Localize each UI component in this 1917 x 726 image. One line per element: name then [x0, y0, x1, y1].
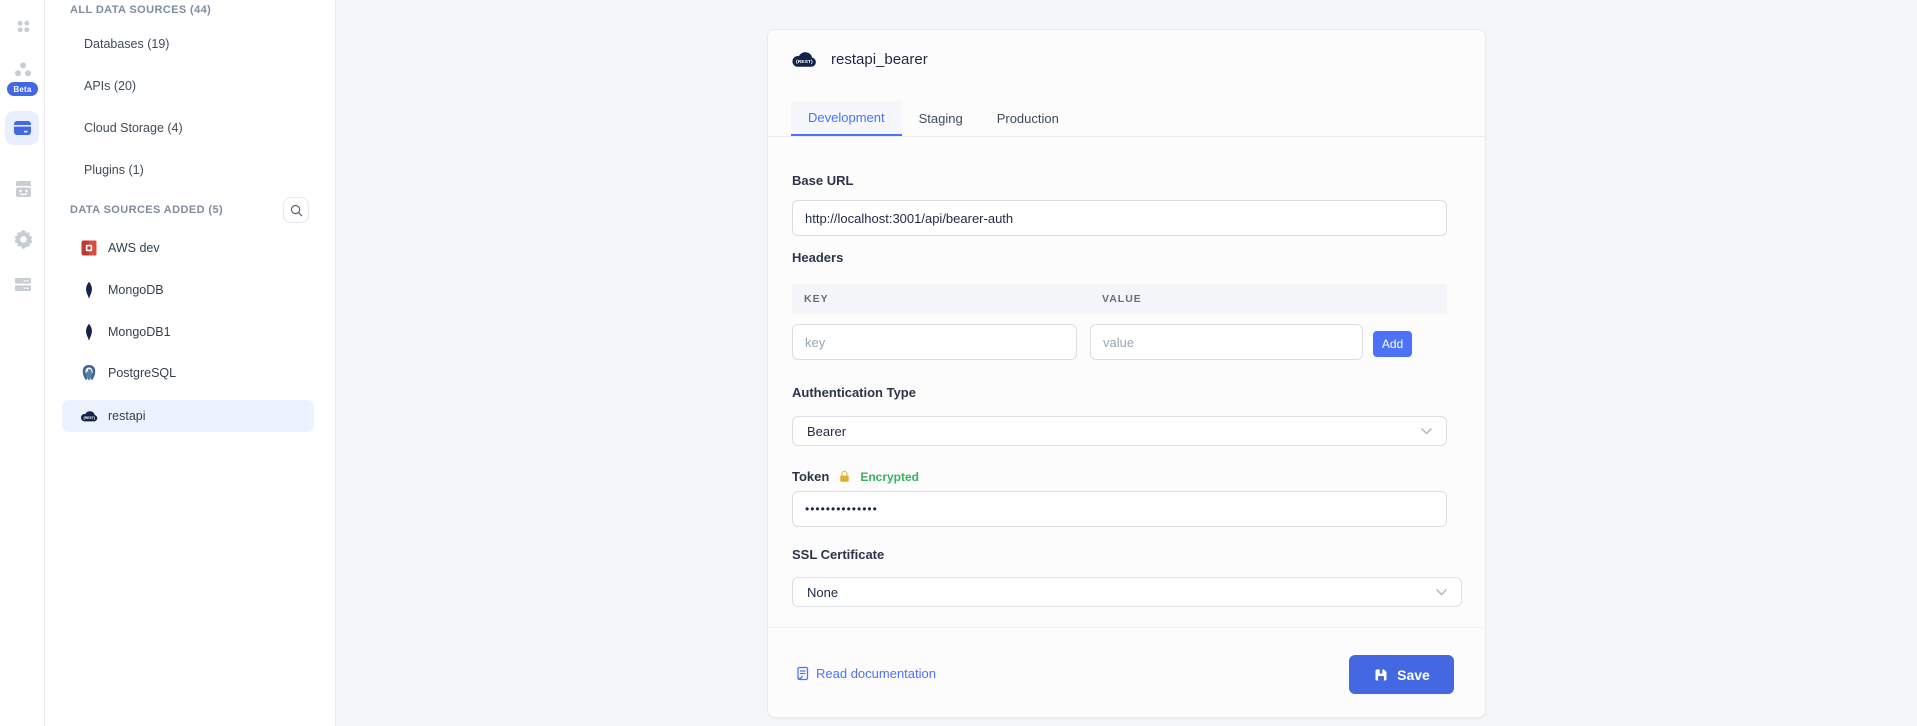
environment-tabs: Development Staging Production	[791, 101, 1076, 136]
mongodb-icon	[80, 281, 98, 299]
main-area: (REST) restapi_bearer Development Stagin…	[336, 0, 1917, 726]
source-row-mongodb1[interactable]: MongoDB1	[62, 316, 314, 348]
chevron-down-icon	[1421, 428, 1432, 435]
value-column-header: VALUE	[1090, 293, 1142, 305]
add-header-button[interactable]: Add	[1373, 331, 1412, 357]
apps-icon[interactable]	[13, 16, 33, 36]
search-icon	[290, 204, 303, 217]
sidebar-item-databases[interactable]: Databases (19)	[84, 37, 169, 51]
svg-text:(REST): (REST)	[796, 59, 813, 65]
authentication-type-label: Authentication Type	[792, 385, 916, 400]
marketplace-icon[interactable]	[13, 179, 33, 199]
save-disk-icon	[1373, 667, 1389, 683]
sidebar-item-plugins[interactable]: Plugins (1)	[84, 163, 144, 177]
base-url-input[interactable]	[792, 200, 1447, 236]
tab-staging[interactable]: Staging	[902, 101, 980, 136]
mongodb-icon	[80, 323, 98, 341]
workflows-icon[interactable]	[13, 59, 33, 79]
source-row-aws-dev[interactable]: AWS dev	[62, 232, 314, 264]
ssl-certificate-value: None	[807, 585, 838, 600]
settings-icon[interactable]	[13, 229, 33, 249]
headers-table-head: KEY VALUE	[792, 284, 1447, 314]
sidebar-item-cloud-storage[interactable]: Cloud Storage (4)	[84, 121, 183, 135]
data-sources-added-header: DATA SOURCES ADDED (5)	[70, 204, 223, 216]
app-root: Beta ALL DATA SOURCES (44) Databases (19…	[0, 0, 1917, 726]
documentation-icon	[795, 666, 810, 681]
ssl-certificate-select[interactable]: None	[792, 577, 1462, 607]
lock-icon	[838, 470, 851, 483]
page-title: restapi_bearer	[831, 51, 928, 68]
header-key-input[interactable]	[792, 324, 1077, 360]
token-label-row: Token Encrypted	[792, 469, 919, 484]
save-button-label: Save	[1397, 667, 1430, 683]
chevron-down-icon	[1436, 589, 1447, 596]
datasource-config-card: (REST) restapi_bearer Development Stagin…	[767, 29, 1486, 718]
source-row-mongodb[interactable]: MongoDB	[62, 274, 314, 306]
data-sources-panel: ALL DATA SOURCES (44) Databases (19) API…	[45, 0, 336, 726]
authentication-type-value: Bearer	[807, 424, 846, 439]
audit-logs-icon[interactable]	[13, 274, 33, 294]
footer-divider	[768, 627, 1485, 628]
tab-development[interactable]: Development	[791, 101, 902, 136]
read-documentation-link[interactable]: Read documentation	[795, 666, 936, 681]
source-label: MongoDB1	[108, 325, 171, 339]
base-url-label: Base URL	[792, 173, 853, 188]
icon-rail: Beta	[0, 0, 45, 726]
rest-api-icon: (REST)	[80, 407, 98, 425]
source-label: restapi	[108, 409, 146, 423]
beta-badge: Beta	[7, 82, 38, 96]
card-header: (REST) restapi_bearer	[791, 50, 928, 68]
header-value-input[interactable]	[1090, 324, 1363, 360]
svg-text:(REST): (REST)	[83, 416, 94, 420]
all-data-sources-header: ALL DATA SOURCES (44)	[70, 4, 211, 16]
token-input[interactable]	[792, 491, 1447, 527]
sidebar-item-apis[interactable]: APIs (20)	[84, 79, 136, 93]
token-label: Token	[792, 469, 829, 484]
source-row-postgresql[interactable]: PostgreSQL	[62, 357, 314, 389]
key-column-header: KEY	[792, 293, 1090, 305]
postgresql-icon	[80, 364, 98, 382]
encrypted-badge: Encrypted	[860, 470, 919, 484]
ssl-certificate-label: SSL Certificate	[792, 547, 884, 562]
source-label: AWS dev	[108, 241, 160, 255]
headers-label: Headers	[792, 250, 843, 265]
source-label: PostgreSQL	[108, 366, 176, 380]
tabs-divider	[768, 136, 1485, 137]
rest-api-icon: (REST)	[791, 50, 817, 68]
tab-production[interactable]: Production	[980, 101, 1076, 136]
aws-icon	[80, 239, 98, 257]
data-sources-icon[interactable]	[5, 111, 39, 145]
source-label: MongoDB	[108, 283, 164, 297]
read-documentation-label: Read documentation	[816, 666, 936, 681]
source-row-restapi[interactable]: (REST) restapi	[62, 400, 314, 432]
authentication-type-select[interactable]: Bearer	[792, 416, 1447, 446]
save-button[interactable]: Save	[1349, 655, 1454, 694]
search-button[interactable]	[283, 197, 309, 223]
